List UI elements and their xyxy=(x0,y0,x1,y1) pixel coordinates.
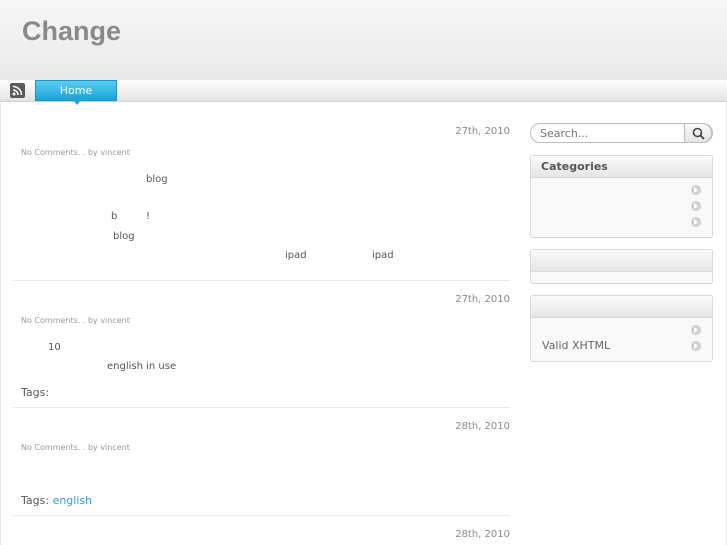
post-date: 28th, 2010 xyxy=(455,421,510,432)
rss-icon[interactable] xyxy=(10,83,25,98)
widget-title xyxy=(531,296,712,318)
post-date: 28th, 2010 xyxy=(455,529,510,540)
navbar: Home xyxy=(0,80,727,105)
post-tags: Tags: xyxy=(21,386,49,399)
post-text: 10 xyxy=(48,342,61,353)
search-button[interactable] xyxy=(684,123,712,143)
site-title[interactable]: Change xyxy=(22,16,121,47)
nav-home-label: Home xyxy=(59,84,93,97)
chevron-right-icon xyxy=(691,325,701,335)
meta-item-valid-xhtml[interactable]: Valid XHTML xyxy=(531,338,712,354)
post-text: blog xyxy=(113,231,135,242)
sidebar-widget xyxy=(530,249,713,284)
tags-label: Tags: xyxy=(21,386,50,399)
widget-title xyxy=(531,250,712,272)
post-text: ipad xyxy=(372,250,394,261)
post-text: ! xyxy=(146,211,151,222)
post-text: b xyxy=(111,211,118,222)
post: 27th, 2010 No Comments. . by vincent 10 … xyxy=(13,292,510,408)
chevron-right-icon xyxy=(691,185,701,195)
tags-label: Tags: xyxy=(21,494,50,507)
post-date: 27th, 2010 xyxy=(455,126,510,137)
chevron-right-icon xyxy=(691,341,701,351)
post: 28th, 2010 xyxy=(13,527,510,545)
post: 28th, 2010 No Comments. . by vincent Tag… xyxy=(13,419,510,516)
meta-widget: Valid XHTML xyxy=(530,295,713,362)
post-meta: No Comments. . by vincent xyxy=(21,148,130,157)
post-text: blog xyxy=(146,174,168,185)
meta-item[interactable] xyxy=(531,322,712,338)
search-icon xyxy=(692,127,705,140)
post-text: english in use xyxy=(107,361,177,372)
chevron-right-icon xyxy=(691,201,701,211)
post-meta: No Comments. . by vincent xyxy=(21,443,130,452)
category-item[interactable] xyxy=(531,182,712,198)
post-date: 27th, 2010 xyxy=(455,294,510,305)
search-input[interactable] xyxy=(540,126,680,140)
post-tags: Tags: english xyxy=(21,494,92,507)
search-box xyxy=(530,123,713,143)
site-header: Change xyxy=(0,0,727,80)
category-item[interactable] xyxy=(531,198,712,214)
tag-link-english[interactable]: english xyxy=(53,494,93,507)
nav-home-tab[interactable]: Home xyxy=(35,80,117,105)
chevron-right-icon xyxy=(691,217,701,227)
post: 27th, 2010 No Comments. . by vincent blo… xyxy=(13,124,510,281)
meta-item-label: Valid XHTML xyxy=(542,339,611,352)
category-item[interactable] xyxy=(531,214,712,230)
post-meta: No Comments. . by vincent xyxy=(21,316,130,325)
categories-title: Categories xyxy=(531,156,712,178)
post-text: ipad xyxy=(285,250,307,261)
categories-widget: Categories xyxy=(530,155,713,238)
